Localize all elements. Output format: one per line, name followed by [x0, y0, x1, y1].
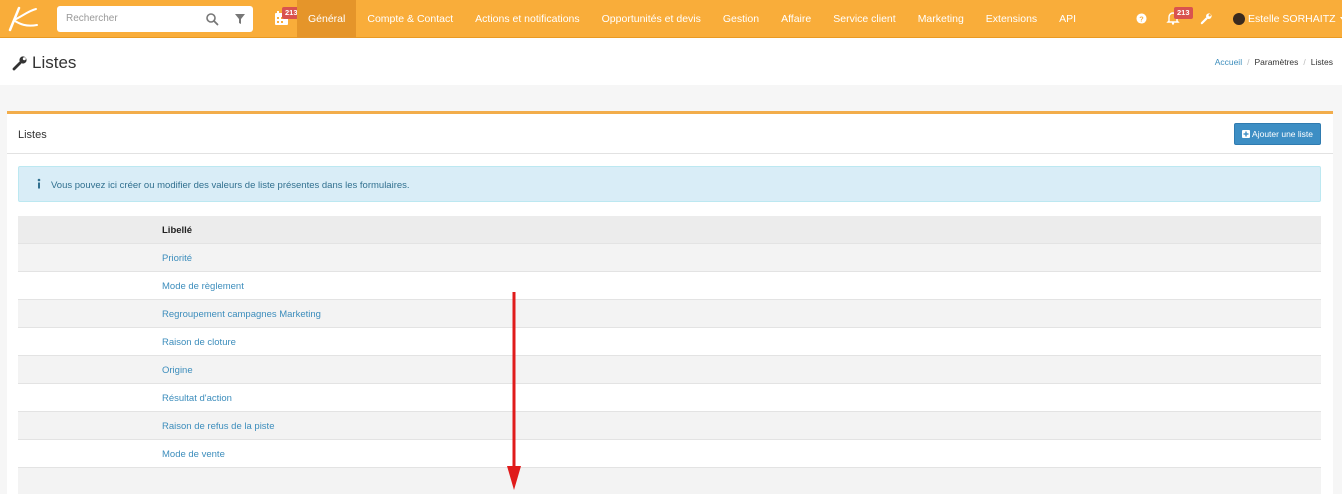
lists-table: Libellé Priorité Mode de règlement Regro…	[18, 216, 1321, 494]
wrench-icon[interactable]	[1200, 12, 1213, 25]
filter-icon[interactable]	[233, 12, 247, 26]
nav-compte-contact[interactable]: Compte & Contact	[356, 0, 464, 38]
table-row: Regroupement campagnes Marketing	[18, 300, 1321, 328]
list-link[interactable]: Mode de vente	[162, 449, 225, 460]
page-header: Listes Accueil / Paramètres / Listes	[0, 39, 1342, 85]
breadcrumb-separator: /	[1303, 57, 1306, 67]
list-link[interactable]: Origine	[162, 365, 193, 376]
table-row: Mode de règlement	[18, 272, 1321, 300]
plus-square-icon	[1242, 130, 1251, 138]
arrow-down-icon	[507, 292, 521, 490]
user-menu[interactable]: Estelle SORHAITZ	[1233, 12, 1342, 26]
avatar	[1233, 13, 1245, 25]
list-link[interactable]: Raison de refus de la piste	[162, 421, 274, 432]
page-title-text: Listes	[32, 53, 77, 72]
box-title: Listes	[18, 129, 47, 141]
nav-api[interactable]: API	[1048, 0, 1087, 38]
nav-affaire[interactable]: Affaire	[770, 0, 822, 38]
lists-box: Listes Ajouter une liste Vous pouvez ici…	[7, 111, 1333, 494]
nav-service-client[interactable]: Service client	[822, 0, 906, 38]
breadcrumb-listes: Listes	[1310, 57, 1333, 67]
page-title: Listes	[12, 53, 76, 73]
info-icon	[37, 178, 41, 189]
list-link[interactable]: Résultat d'action	[162, 393, 232, 404]
add-list-label: Ajouter une liste	[1252, 129, 1313, 139]
add-list-button[interactable]: Ajouter une liste	[1234, 123, 1321, 145]
info-callout: Vous pouvez ici créer ou modifier des va…	[18, 166, 1321, 202]
table-row: Priorité	[18, 244, 1321, 272]
wrench-icon	[12, 56, 27, 71]
list-link[interactable]: Raison de cloture	[162, 337, 236, 348]
svg-text:?: ?	[1139, 14, 1144, 23]
nav-marketing[interactable]: Marketing	[907, 0, 975, 38]
column-header-libelle[interactable]: Libellé	[162, 225, 192, 236]
breadcrumb-parametres[interactable]: Paramètres	[1254, 57, 1298, 67]
table-row: Origine	[18, 356, 1321, 384]
table-row: Raison de refus de la piste	[18, 412, 1321, 440]
main-nav: Général Compte & Contact Actions et noti…	[297, 0, 1087, 38]
breadcrumb-separator: /	[1247, 57, 1250, 67]
notification-badge: 213	[1174, 7, 1193, 19]
nav-extensions[interactable]: Extensions	[975, 0, 1048, 38]
breadcrumb-accueil[interactable]: Accueil	[1215, 57, 1242, 67]
search-icon[interactable]	[205, 12, 219, 26]
help-icon[interactable]: ?	[1136, 13, 1147, 24]
breadcrumb: Accueil / Paramètres / Listes	[1215, 57, 1333, 67]
nav-gestion[interactable]: Gestion	[712, 0, 770, 38]
nav-general[interactable]: Général	[297, 0, 357, 38]
nav-actions-notifications[interactable]: Actions et notifications	[464, 0, 590, 38]
table-row	[18, 468, 1321, 494]
info-text: Vous pouvez ici créer ou modifier des va…	[51, 180, 410, 191]
user-name: Estelle SORHAITZ	[1248, 13, 1336, 25]
top-navbar: Rechercher 213 Général Compte & Contact …	[0, 0, 1342, 38]
nav-opportunites-devis[interactable]: Opportunités et devis	[591, 0, 712, 38]
search-input[interactable]: Rechercher	[66, 13, 118, 24]
list-link[interactable]: Priorité	[162, 253, 192, 264]
table-row: Résultat d'action	[18, 384, 1321, 412]
logo-icon[interactable]	[6, 5, 40, 33]
search-box[interactable]: Rechercher	[57, 6, 253, 32]
table-row: Raison de cloture	[18, 328, 1321, 356]
box-header: Listes Ajouter une liste	[7, 114, 1333, 154]
table-row: Mode de vente	[18, 440, 1321, 468]
list-link[interactable]: Regroupement campagnes Marketing	[162, 309, 321, 320]
list-link[interactable]: Mode de règlement	[162, 281, 244, 292]
table-header-row: Libellé	[18, 216, 1321, 244]
